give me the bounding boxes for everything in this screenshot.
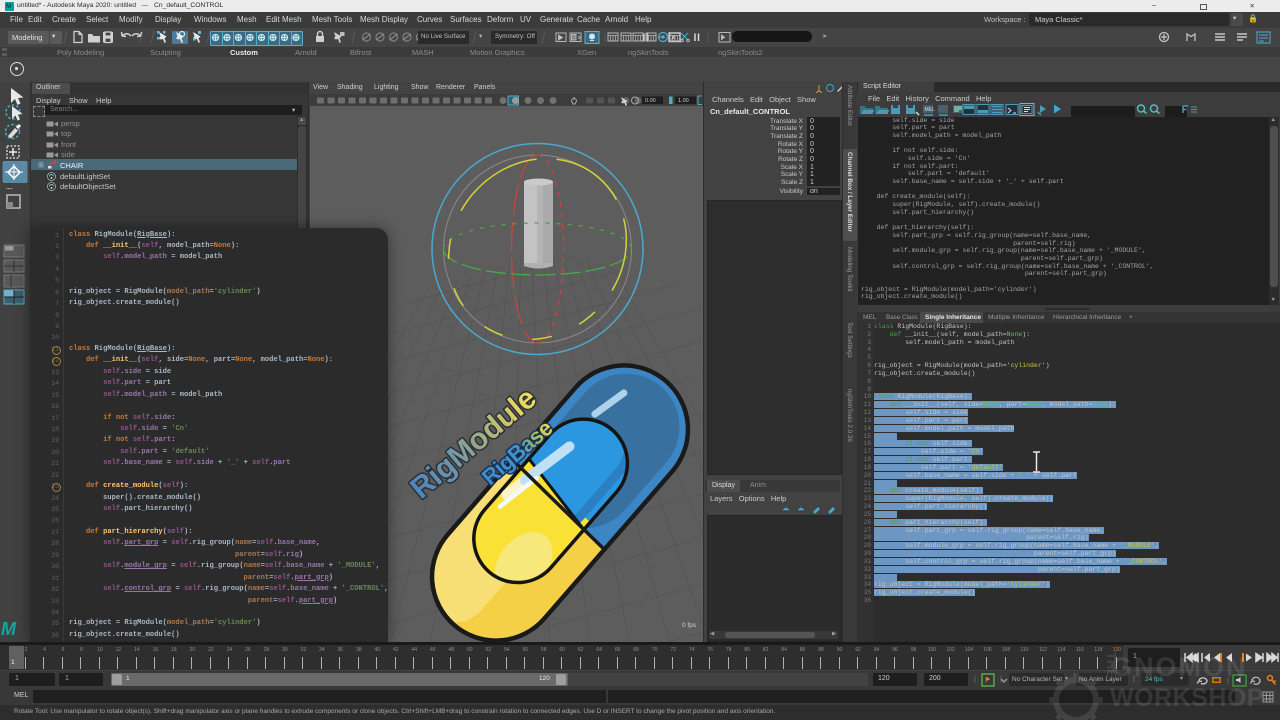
svg-text:1.00: 1.00 bbox=[678, 98, 689, 104]
svg-text:GNOMON: GNOMON bbox=[1111, 652, 1248, 682]
svg-text:0.00: 0.00 bbox=[645, 98, 656, 104]
svg-text:WORKSHOP: WORKSHOP bbox=[1110, 684, 1264, 712]
svg-text:▪▪▪▪: ▪▪▪▪ bbox=[6, 186, 13, 191]
svg-text:MEL: MEL bbox=[925, 107, 936, 113]
